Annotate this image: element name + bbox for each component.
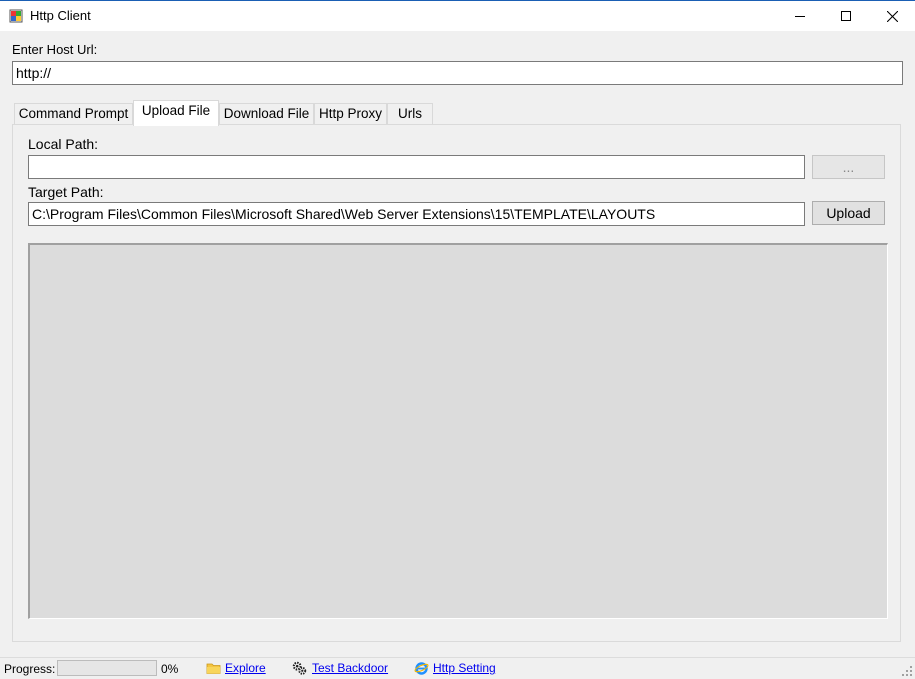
- maximize-button[interactable]: [823, 1, 869, 31]
- browse-button[interactable]: ...: [812, 155, 885, 179]
- progress-percent: 0%: [161, 662, 179, 676]
- title-bar[interactable]: Http Client: [0, 1, 915, 31]
- http-client-window: Http Client Enter Host Url: Command Prom…: [0, 0, 915, 679]
- progress-bar: [57, 660, 157, 676]
- http-setting-link[interactable]: Http Setting: [433, 661, 496, 675]
- window-title: Http Client: [30, 8, 91, 23]
- close-button[interactable]: [869, 1, 915, 31]
- minimize-icon: [795, 16, 805, 17]
- ie-icon: [414, 662, 429, 675]
- tab-http-proxy[interactable]: Http Proxy: [314, 103, 387, 125]
- tab-urls[interactable]: Urls: [387, 103, 433, 125]
- maximize-icon: [841, 11, 851, 21]
- host-url-input[interactable]: [12, 61, 903, 85]
- status-bar: Progress: 0% Explore Test Backdoor Http …: [0, 657, 915, 679]
- local-path-label: Local Path:: [28, 136, 99, 152]
- test-backdoor-link[interactable]: Test Backdoor: [312, 661, 388, 675]
- gears-icon: [292, 661, 307, 675]
- close-icon: [886, 10, 898, 22]
- local-path-input[interactable]: [28, 155, 805, 179]
- tab-command-prompt[interactable]: Command Prompt: [14, 103, 133, 125]
- upload-button[interactable]: Upload: [812, 201, 885, 225]
- tab-upload-file[interactable]: Upload File: [133, 100, 219, 126]
- tab-download-file[interactable]: Download File: [219, 103, 314, 125]
- upload-output-area[interactable]: [28, 243, 888, 619]
- progress-label: Progress:: [4, 662, 56, 676]
- folder-icon: [206, 663, 221, 674]
- minimize-button[interactable]: [777, 1, 823, 31]
- target-path-input[interactable]: [28, 202, 805, 226]
- app-icon: [9, 9, 23, 23]
- resize-grip-icon[interactable]: [902, 666, 912, 676]
- target-path-label: Target Path:: [28, 184, 104, 200]
- explore-link[interactable]: Explore: [225, 661, 266, 675]
- host-url-label: Enter Host Url:: [12, 42, 98, 57]
